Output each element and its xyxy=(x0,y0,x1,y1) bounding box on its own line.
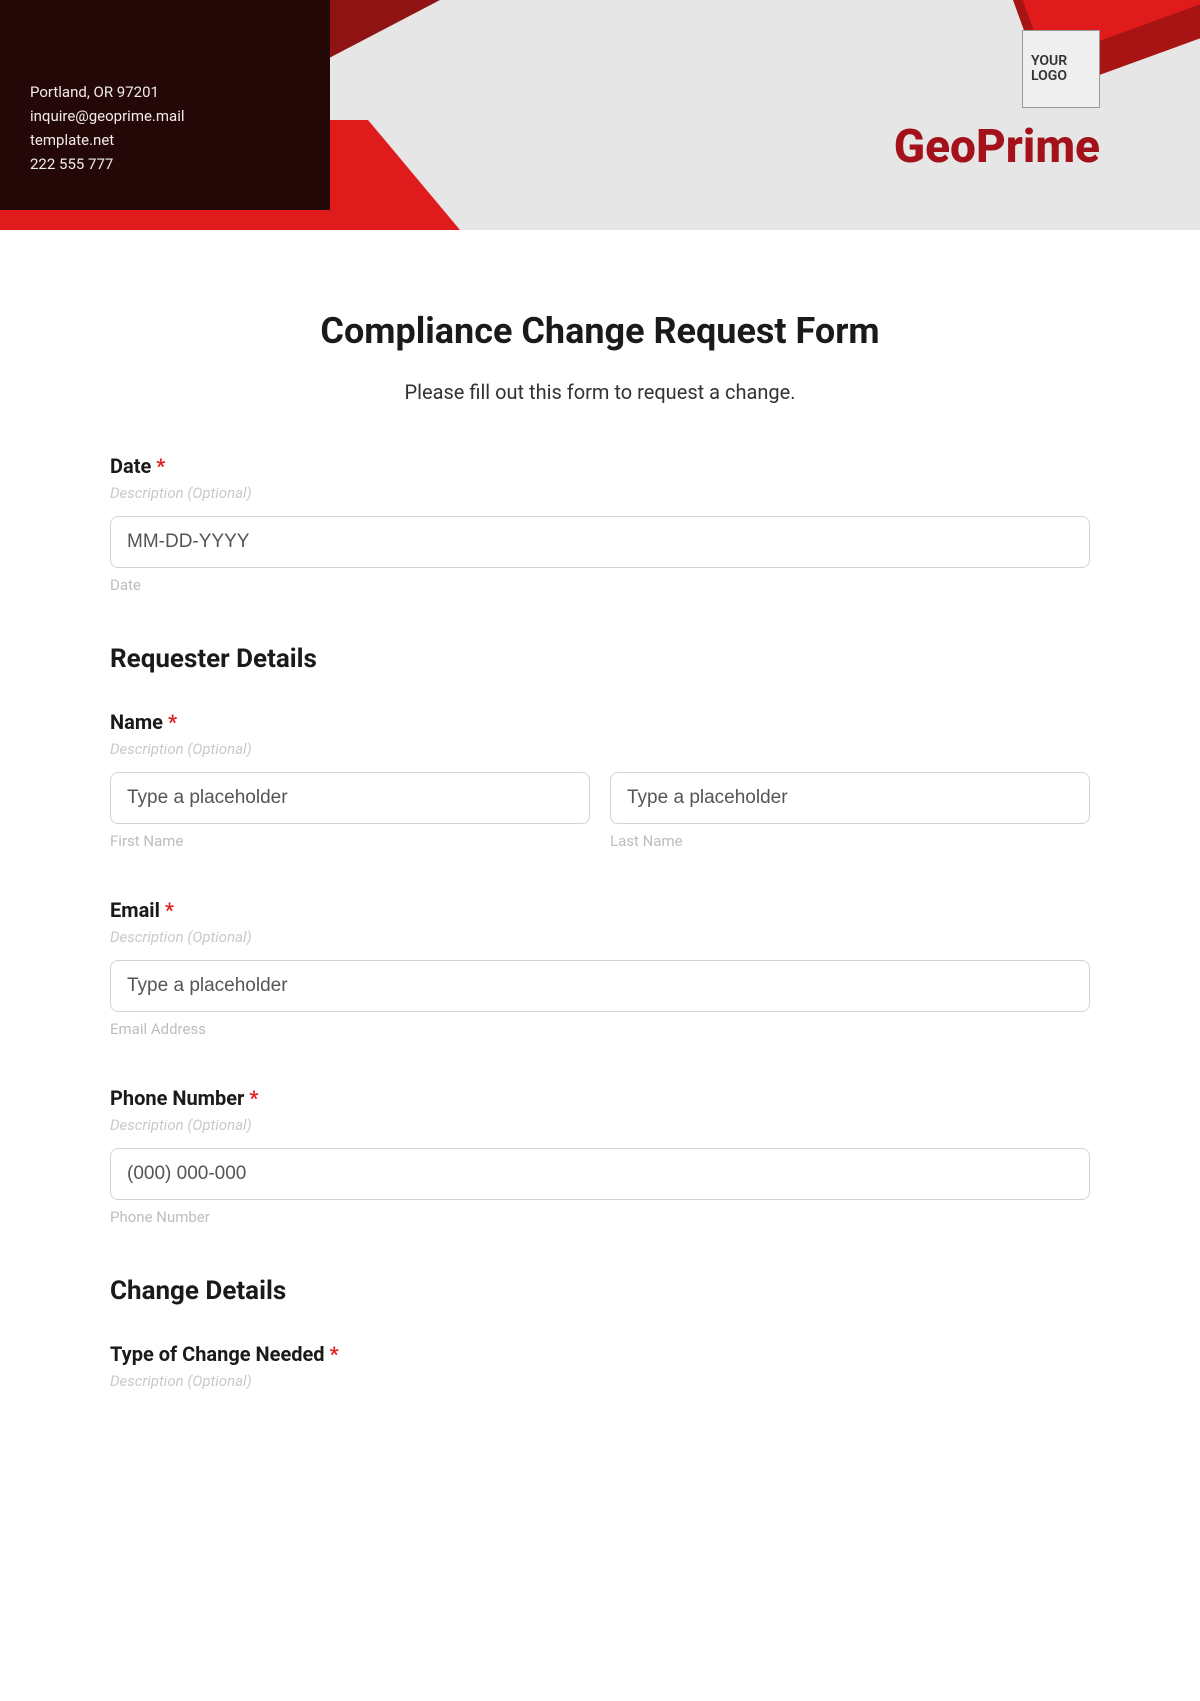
field-email: Email * Description (Optional) Email Add… xyxy=(110,898,1090,1038)
letterhead-header: Portland, OR 97201 inquire@geoprime.mail… xyxy=(0,0,1200,230)
description-hint: Description (Optional) xyxy=(110,740,1090,758)
last-name-input[interactable] xyxy=(610,772,1090,824)
first-name-sublabel: First Name xyxy=(110,832,590,850)
description-hint: Description (Optional) xyxy=(110,1372,1090,1390)
contact-email: inquire@geoprime.mail xyxy=(30,104,185,128)
brand-name: GeoPrime xyxy=(894,120,1100,174)
required-mark: * xyxy=(330,1342,339,1366)
field-change-type: Type of Change Needed * Description (Opt… xyxy=(110,1342,1090,1390)
contact-site: template.net xyxy=(30,128,185,152)
contact-address: Portland, OR 97201 xyxy=(30,80,185,104)
change-type-label: Type of Change Needed * xyxy=(110,1342,1090,1366)
email-sublabel: Email Address xyxy=(110,1020,1090,1038)
description-hint: Description (Optional) xyxy=(110,928,1090,946)
required-mark: * xyxy=(168,710,177,734)
form-body: Compliance Change Request Form Please fi… xyxy=(0,230,1200,1424)
phone-input[interactable] xyxy=(110,1148,1090,1200)
date-sublabel: Date xyxy=(110,576,1090,594)
description-hint: Description (Optional) xyxy=(110,484,1090,502)
field-name: Name * Description (Optional) First Name… xyxy=(110,710,1090,850)
email-input[interactable] xyxy=(110,960,1090,1012)
description-hint: Description (Optional) xyxy=(110,1116,1090,1134)
contact-block: Portland, OR 97201 inquire@geoprime.mail… xyxy=(30,80,185,176)
date-input[interactable] xyxy=(110,516,1090,568)
phone-label: Phone Number * xyxy=(110,1086,1090,1110)
field-date: Date * Description (Optional) Date xyxy=(110,454,1090,594)
field-phone: Phone Number * Description (Optional) Ph… xyxy=(110,1086,1090,1226)
email-label: Email * xyxy=(110,898,1090,922)
section-change: Change Details xyxy=(110,1276,1090,1306)
name-label: Name * xyxy=(110,710,1090,734)
contact-phone: 222 555 777 xyxy=(30,152,185,176)
form-title: Compliance Change Request Form xyxy=(110,310,1090,352)
phone-sublabel: Phone Number xyxy=(110,1208,1090,1226)
date-label: Date * xyxy=(110,454,1090,478)
section-requester: Requester Details xyxy=(110,644,1090,674)
required-mark: * xyxy=(165,898,174,922)
first-name-input[interactable] xyxy=(110,772,590,824)
logo-placeholder: YOUR LOGO xyxy=(1022,30,1100,108)
required-mark: * xyxy=(156,454,165,478)
last-name-sublabel: Last Name xyxy=(610,832,1090,850)
required-mark: * xyxy=(249,1086,258,1110)
form-subtitle: Please fill out this form to request a c… xyxy=(110,380,1090,404)
